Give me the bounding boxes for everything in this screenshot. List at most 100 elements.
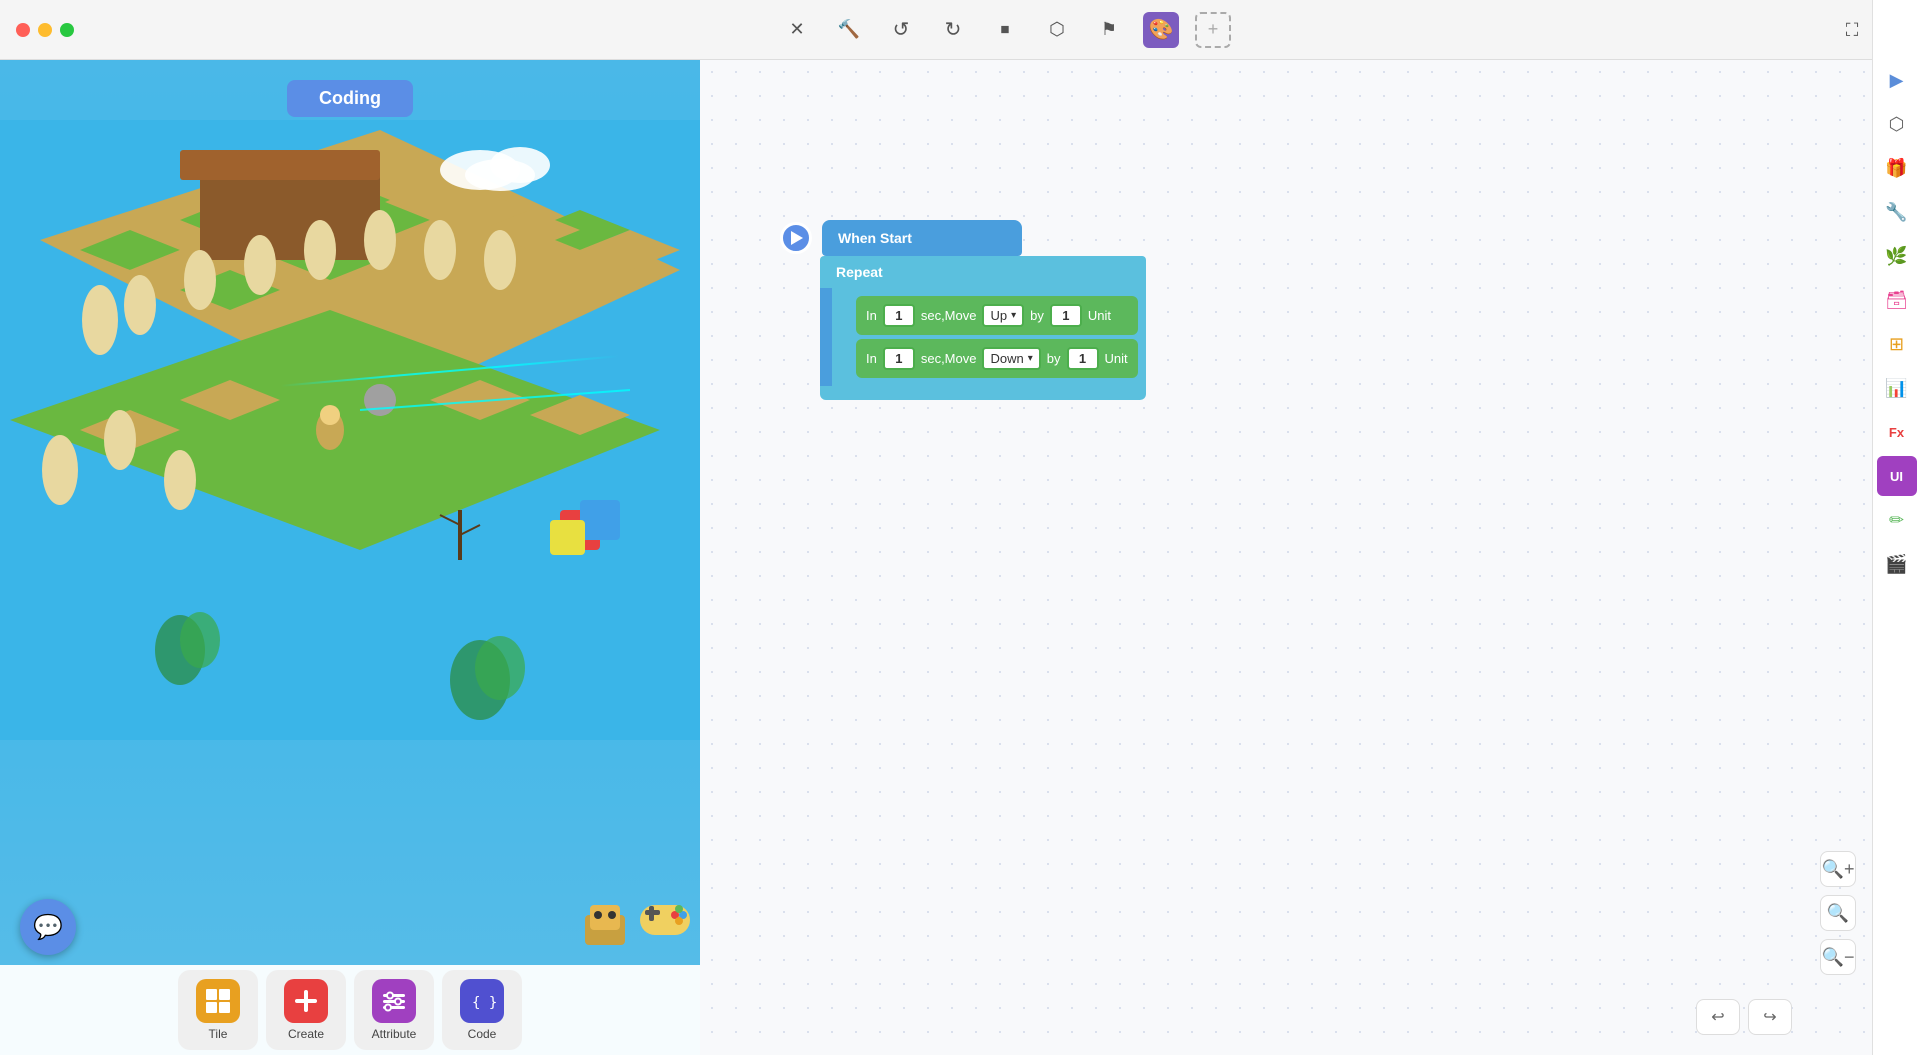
zoom-reset-icon: 🔍	[1827, 903, 1849, 924]
direction-value-1: Up	[990, 308, 1007, 323]
svg-text:{ }: { }	[472, 995, 496, 1011]
tile-icon	[196, 979, 240, 1023]
chat-icon: 💬	[33, 913, 63, 942]
in-label-1: In	[866, 308, 877, 323]
in-label-2: In	[866, 351, 877, 366]
character-svg	[570, 885, 640, 955]
sidebar-wrench-button[interactable]: 🔧	[1877, 192, 1917, 232]
code-area: When Start Repeat In 1 sec,Move Up	[700, 60, 1872, 1055]
fullscreen-icon: ⛶	[1846, 20, 1859, 40]
redo-button[interactable]: ↻	[935, 12, 971, 48]
terrain-svg	[0, 120, 700, 740]
zoom-out-button[interactable]: 🔍−	[1820, 939, 1856, 975]
code-icon: { }	[460, 979, 504, 1023]
ui-icon: UI	[1890, 469, 1903, 484]
attribute-label: Attribute	[372, 1027, 417, 1041]
close-tool-button[interactable]: ✕	[779, 12, 815, 48]
grid-icon: ⊞	[1889, 334, 1904, 355]
unit-label-1: Unit	[1088, 308, 1111, 323]
blocks-container: When Start Repeat In 1 sec,Move Up	[780, 220, 1146, 400]
sec-move-label-2: sec,Move	[921, 351, 977, 366]
create-button[interactable]: Create	[266, 970, 346, 1050]
sidebar-link-button[interactable]: ⬡	[1877, 104, 1917, 144]
sidebar-ui-button[interactable]: UI	[1877, 456, 1917, 496]
seconds-input-1[interactable]: 1	[883, 304, 915, 327]
zoom-in-button[interactable]: 🔍+	[1820, 851, 1856, 887]
redo-icon: ↪	[1763, 1007, 1776, 1027]
by-label-1: by	[1030, 308, 1044, 323]
when-start-label-block: When Start	[822, 220, 1022, 256]
sidebar-leaf-button[interactable]: 🌿	[1877, 236, 1917, 276]
cube-icon: ⬡	[1049, 19, 1065, 40]
tile-label: Tile	[209, 1027, 228, 1041]
zoom-out-icon: 🔍−	[1822, 947, 1855, 968]
when-start-text: When Start	[838, 230, 912, 246]
block-inner-container: In 1 sec,Move Up by 1 Unit In 1 sec,Move	[820, 288, 1146, 386]
add-tab-button[interactable]: +	[1195, 12, 1231, 48]
redo-icon: ↻	[945, 17, 962, 42]
code-label: Code	[468, 1027, 497, 1041]
sidebar-pen-button[interactable]: ✏	[1877, 500, 1917, 540]
direction-value-2: Down	[990, 351, 1023, 366]
wrench-icon: 🔨	[838, 19, 860, 40]
close-tool-icon: ✕	[789, 19, 804, 40]
units-input-1[interactable]: 1	[1050, 304, 1082, 327]
fx-icon: Fx	[1889, 425, 1904, 440]
repeat-bottom-cap	[820, 386, 1146, 400]
right-sidebar: ▶ ⬡ 🎁 🔧 🌿 🗃 ⊞ 📊 Fx UI ✏ 🎬	[1872, 0, 1920, 1055]
wrench-button[interactable]: 🔨	[831, 12, 867, 48]
direction-dropdown-1[interactable]: Up	[982, 304, 1024, 327]
zoom-reset-button[interactable]: 🔍	[1820, 895, 1856, 931]
flag-button[interactable]: ⚑	[1091, 12, 1127, 48]
move-up-block: In 1 sec,Move Up by 1 Unit	[856, 296, 1138, 335]
attribute-icon	[372, 979, 416, 1023]
sidebar-chart-button[interactable]: 📊	[1877, 368, 1917, 408]
direction-dropdown-2[interactable]: Down	[982, 347, 1040, 370]
gift-icon: 🎁	[1885, 158, 1907, 179]
controller-icon[interactable]	[630, 885, 700, 955]
history-controls: ↩ ↪	[1696, 999, 1792, 1035]
fullscreen-button[interactable]: ⛶	[1834, 12, 1870, 48]
add-icon: +	[1208, 19, 1219, 40]
sidebar-grid-button[interactable]: ⊞	[1877, 324, 1917, 364]
create-icon	[284, 979, 328, 1023]
refresh-button[interactable]: ↺	[883, 12, 919, 48]
code-button[interactable]: { } Code	[442, 970, 522, 1050]
sidebar-gift-button[interactable]: 🎁	[1877, 148, 1917, 188]
attribute-button[interactable]: Attribute	[354, 970, 434, 1050]
toolbar: ✕ 🔨 ↺ ↻ ⏹ ⬡ ⚑ 🎨 +	[90, 12, 1920, 48]
refresh-icon: ↺	[893, 17, 910, 42]
maximize-button[interactable]	[60, 23, 74, 37]
sidebar-storage-button[interactable]: 🗃	[1877, 280, 1917, 320]
repeat-label: Repeat	[836, 264, 883, 280]
move-down-block: In 1 sec,Move Down by 1 Unit	[856, 339, 1138, 378]
chat-bubble-button[interactable]: 💬	[20, 899, 76, 955]
redo-button[interactable]: ↪	[1748, 999, 1792, 1035]
tile-button[interactable]: Tile	[178, 970, 258, 1050]
stop-icon: ⏹	[1001, 19, 1010, 40]
film-icon: 🎬	[1885, 554, 1907, 575]
create-label: Create	[288, 1027, 324, 1041]
stop-button[interactable]: ⏹	[987, 12, 1023, 48]
seconds-input-2[interactable]: 1	[883, 347, 915, 370]
paint-icon: 🎨	[1149, 17, 1174, 42]
play-button[interactable]	[780, 222, 812, 254]
paint-button[interactable]: 🎨	[1143, 12, 1179, 48]
when-start-block: When Start	[780, 220, 1146, 256]
sidebar-fx-button[interactable]: Fx	[1877, 412, 1917, 452]
coding-label: Coding	[287, 80, 413, 117]
close-button[interactable]	[16, 23, 30, 37]
titlebar: ✕ 🔨 ↺ ↻ ⏹ ⬡ ⚑ 🎨 + ⛶	[0, 0, 1920, 60]
undo-button[interactable]: ↩	[1696, 999, 1740, 1035]
link-icon: ⬡	[1889, 114, 1905, 135]
terrain	[0, 120, 700, 960]
units-input-2[interactable]: 1	[1067, 347, 1099, 370]
game-character[interactable]	[570, 885, 640, 955]
cube-button[interactable]: ⬡	[1039, 12, 1075, 48]
bottom-toolbar: Tile Create Attribute { } Code	[0, 965, 700, 1055]
play-triangle-icon	[791, 231, 803, 245]
unit-label-2: Unit	[1105, 351, 1128, 366]
sidebar-cursor-button[interactable]: ▶	[1877, 60, 1917, 100]
sidebar-film-button[interactable]: 🎬	[1877, 544, 1917, 584]
minimize-button[interactable]	[38, 23, 52, 37]
